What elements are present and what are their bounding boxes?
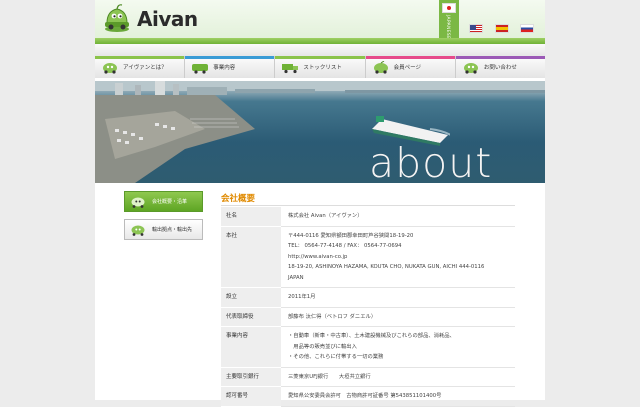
nav-item-members[interactable]: 会員ページ (365, 56, 456, 78)
table-row: 設立 2011年1月 (221, 288, 515, 308)
title-divider (221, 205, 515, 206)
sidebar-item-label: 輸出拠点・輸出先 (152, 227, 193, 233)
row-label: 社名 (221, 207, 281, 227)
row-value-line: JAPAN (288, 274, 304, 281)
row-value: 〒444-0116 愛知県額田郡幸田町芦谷狭間18-19-20 TEL： 0564… (281, 227, 515, 288)
sidebar-item-export-bases[interactable]: 輸出拠点・輸出先 (124, 219, 203, 240)
nav-color-bar (275, 56, 365, 59)
table-row: 代表取締役 部藤布 汰仁得（ベトロフ ダニエル） (221, 307, 515, 327)
row-label: 認可番号 (221, 387, 281, 407)
nav-item-label: ストックリスト (303, 65, 342, 71)
nav-item-business[interactable]: 事業内容 (185, 56, 276, 78)
lang-japanese-tab[interactable]: JAPANESE (439, 0, 459, 40)
nav-color-bar (455, 56, 546, 59)
row-value-line: TEL： 0564-77-4148 / FAX： 0564-77-0694 (288, 243, 402, 249)
mascot-car-icon (103, 62, 117, 74)
port-land-image (95, 95, 255, 183)
nav-color-bar (95, 56, 185, 59)
row-value: ・自動車（新車・中古車）、土木建設機械及びこれらの部品、消耗品、 用品等の販売並… (281, 327, 515, 368)
mascot-car-icon[interactable] (103, 3, 131, 33)
row-label: 事業内容 (221, 327, 281, 368)
row-value: 愛知県公安委員会許可 古物商許可証番号 第543851101400号 (281, 387, 515, 407)
lang-japanese-label: JAPANESE (445, 15, 450, 40)
row-label: 本社 (221, 226, 281, 288)
row-value-line: 部藤布 汰仁得（ベトロフ ダニエル） (288, 313, 377, 320)
nav-color-bar (185, 56, 275, 59)
us-flag-icon[interactable] (469, 24, 483, 33)
row-label: 設立 (221, 288, 281, 308)
nav-item-stocklist[interactable]: ストックリスト (275, 56, 366, 78)
row-value: 2011年1月 (281, 288, 515, 308)
row-label: 代表取締役 (221, 307, 281, 327)
nav-item-label: アイヴァンとは？ (123, 65, 167, 71)
es-flag-icon[interactable] (495, 24, 509, 33)
hero-banner: about us (95, 81, 545, 183)
row-value-line: 2011年1月 (288, 294, 316, 300)
nav-item-label: 事業内容 (213, 65, 236, 71)
table-row: 社名 株式会社 Aivan（アイヴァン） (221, 207, 515, 227)
row-value: 部藤布 汰仁得（ベトロフ ダニエル） (281, 308, 515, 327)
row-value-line: ・その他、これらに付帯する一切の業務 (288, 354, 384, 360)
sidebar-item-company-profile[interactable]: 会社概要・沿革 (124, 191, 203, 212)
row-value-line: 用品等の販売並びに輸出入 (288, 343, 357, 350)
nav-color-bar (365, 56, 455, 59)
row-value-line: 株式会社 Aivan（アイヴァン） (288, 213, 363, 219)
table-row: 認可番号 愛知県公安委員会許可 古物商許可証番号 第543851101400号 (221, 387, 515, 407)
sidebar-item-label: 会社概要・沿革 (152, 199, 188, 205)
section-title: 会社概要 (221, 194, 256, 204)
mascot-car-icon (463, 62, 478, 74)
mascot-car-icon (192, 63, 209, 74)
mascot-car-icon (131, 225, 145, 236)
row-value-line: ・自動車（新車・中古車）、土木建設機械及びこれらの部品、消耗品、 (288, 333, 455, 339)
row-value-line: 〒444-0116 愛知県額田郡幸田町芦谷狭間18-19-20 (288, 232, 414, 239)
row-value-line: 三菱東京UFJ銀行 大垣共立銀行 (288, 373, 371, 380)
row-value-line: 18-19-20, ASHINOYA HAZAMA, KOUTA CHO, NU… (288, 264, 485, 270)
company-info-table: 社名 株式会社 Aivan（アイヴァン） 本社 〒444-0116 愛知県額田郡幸田町… (221, 207, 515, 407)
nav-item-about[interactable]: アイヴァンとは？ (95, 56, 186, 78)
jp-flag-icon (442, 3, 456, 13)
mascot-car-icon (131, 197, 145, 208)
table-row: 主要取引銀行 三菱東京UFJ銀行 大垣共立銀行 (221, 367, 515, 387)
mascot-car-icon (373, 60, 388, 74)
truck-icon (282, 63, 299, 73)
page: Aivan JAPANESE アイヴァンとは？ 事業内容 ストックリスト 会員ペ… (95, 0, 546, 407)
nav-item-contact[interactable]: お問い合わせ (455, 56, 546, 78)
main-nav: アイヴァンとは？ 事業内容 ストックリスト 会員ページ お問い合わせ (95, 56, 546, 78)
hero-title: about us (369, 139, 493, 183)
table-row: 事業内容 ・自動車（新車・中古車）、土木建設機械及びこれらの部品、消耗品、 用品等… (221, 327, 515, 368)
row-value: 三菱東京UFJ銀行 大垣共立銀行 (281, 368, 515, 387)
table-row: 本社 〒444-0116 愛知県額田郡幸田町芦谷狭間18-19-20 TEL： 05… (221, 226, 515, 288)
header-strip (95, 44, 545, 56)
header: Aivan JAPANESE (95, 0, 545, 40)
row-value: 株式会社 Aivan（アイヴァン） (281, 207, 515, 227)
row-label: 主要取引銀行 (221, 367, 281, 387)
nav-item-label: お問い合わせ (483, 65, 517, 71)
ru-flag-icon[interactable] (520, 24, 534, 33)
nav-item-label: 会員ページ (393, 65, 421, 71)
row-value-line: http://www.aivan-co.jp (288, 253, 348, 260)
logo-text[interactable]: Aivan (137, 7, 198, 31)
